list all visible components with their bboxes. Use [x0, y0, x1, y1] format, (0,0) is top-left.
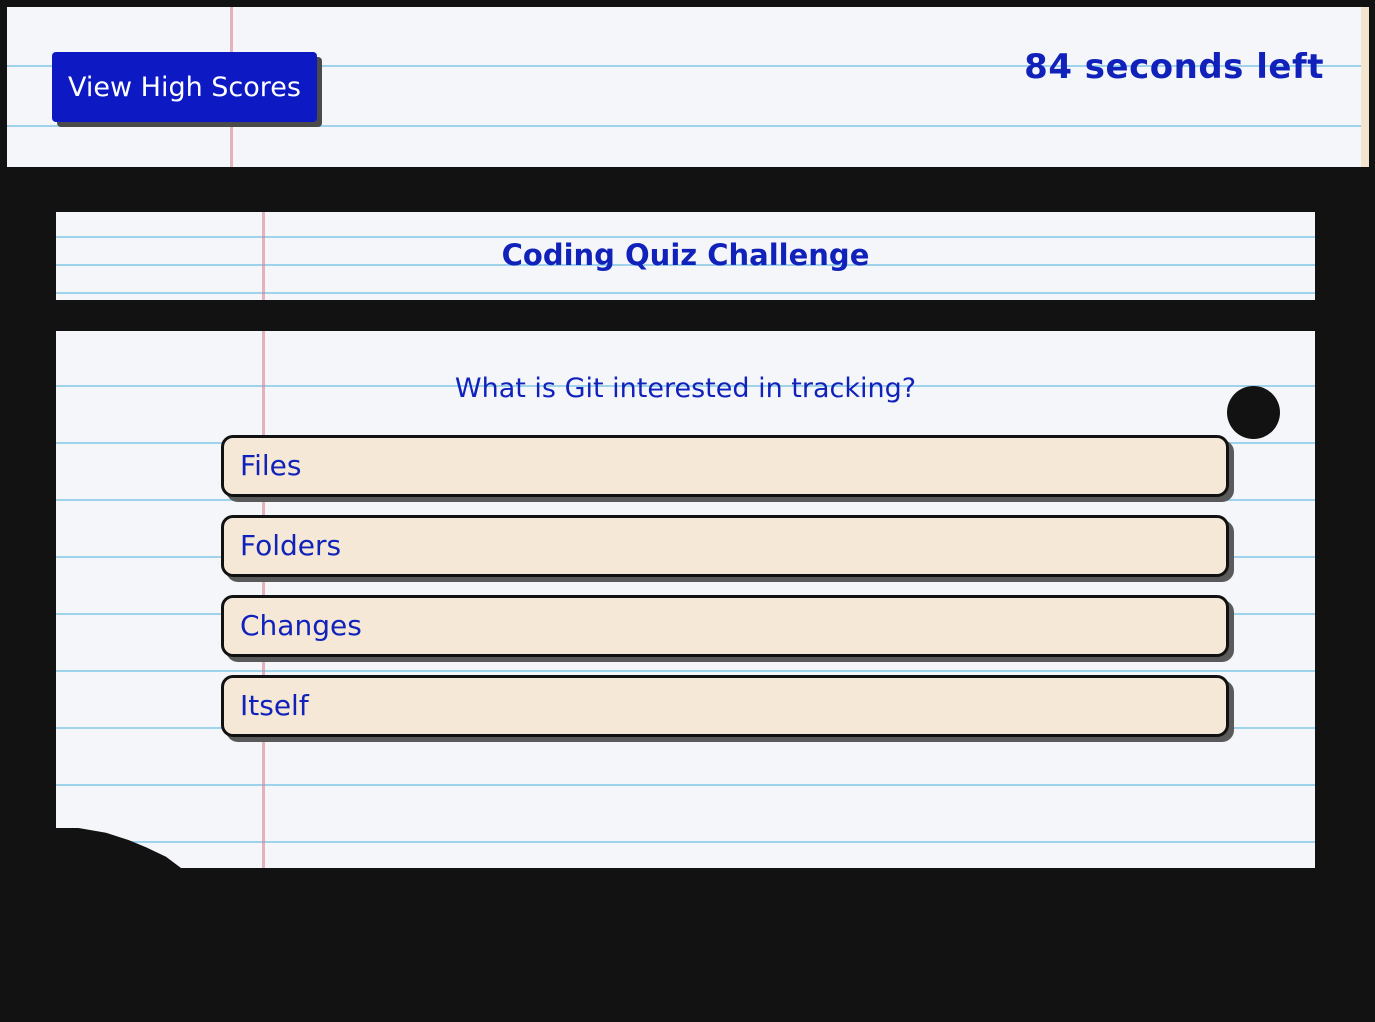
answer-option-changes[interactable]: Changes: [221, 595, 1229, 657]
timer-text: 84 seconds left: [1024, 47, 1324, 87]
quiz-card: What is Git interested in tracking? File…: [56, 331, 1315, 868]
answer-option-itself[interactable]: Itself: [221, 675, 1229, 737]
page-title: Coding Quiz Challenge: [501, 238, 870, 272]
paper-edge: [1361, 7, 1369, 167]
view-high-scores-button[interactable]: View High Scores: [52, 52, 317, 122]
answer-option-folders[interactable]: Folders: [221, 515, 1229, 577]
answer-option-files[interactable]: Files: [221, 435, 1229, 497]
answer-list: Files Folders Changes Itself: [221, 435, 1231, 755]
question-text: What is Git interested in tracking?: [454, 373, 917, 404]
header-bar: View High Scores 84 seconds left: [7, 7, 1369, 167]
title-card: Coding Quiz Challenge: [56, 212, 1315, 300]
torn-paper-edge: [56, 828, 181, 868]
